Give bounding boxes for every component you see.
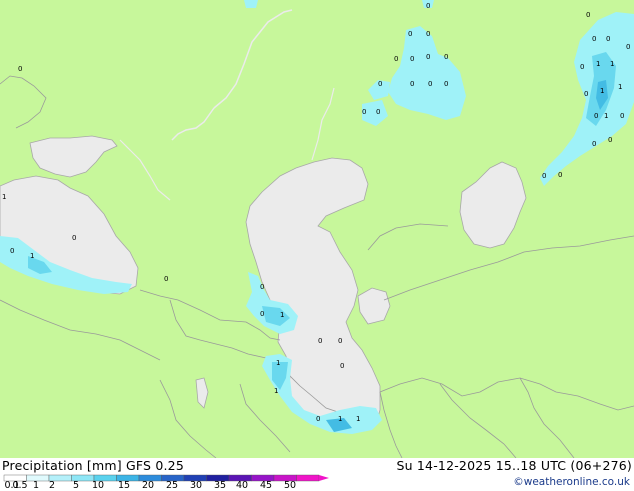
precipitation-map: 0 0 0 0 0 0 0 0 0 0 0 0 0 0 1 1 1 0 1 0 … [0,0,634,458]
value-label: 0 [592,140,596,148]
colorbar-tick-label: 50 [283,480,297,491]
map-title-left: Precipitation [mm] GFS 0.25 [2,458,184,473]
value-label: 0 [408,30,412,38]
value-label: 0 [340,362,344,370]
value-label: 0 [608,136,612,144]
colorbar-tick-label: 45 [259,480,273,491]
value-label: 1 [2,193,6,201]
colorbar-tick-label: 40 [235,480,249,491]
value-label: 0 [72,234,76,242]
value-label: 0 [378,80,382,88]
value-label: 0 [18,65,22,73]
value-label: 0 [606,35,610,43]
value-label: 0 [362,108,366,116]
value-label: 1 [274,387,278,395]
value-label: 1 [596,60,600,68]
value-label: 0 [558,171,562,179]
colorbar-tick-label: 2 [48,480,56,491]
legend-footer: Precipitation [mm] GFS 0.25 Su 14-12-202… [0,458,634,491]
value-label: 0 [318,337,322,345]
value-label: 1 [356,415,360,423]
colorbar-tick-label: 5 [72,480,80,491]
value-label: 0 [620,112,624,120]
value-label: 1 [280,311,284,319]
value-label: 0 [426,30,430,38]
colorbar-arrow [319,475,329,481]
value-label: 0 [592,35,596,43]
colorbar-tick-label: 15 [117,480,131,491]
value-label: 0 [316,415,320,423]
value-label: 1 [618,83,622,91]
colorbar-tick-label: 35 [213,480,227,491]
colorbar-tick-label: 20 [141,480,155,491]
value-label: 0 [394,55,398,63]
value-label: 1 [30,252,34,260]
value-label: 0 [626,43,630,51]
colorbar-tick-label: 1 [32,480,40,491]
value-label: 0 [426,53,430,61]
value-label: 0 [444,80,448,88]
colorbar-tick-label: 10 [91,480,105,491]
credit-text: ©weatheronline.co.uk [513,476,630,488]
value-label: 0 [426,2,430,10]
colorbar-tick-label: 0.5 [12,480,28,491]
map-title-right: Su 14-12-2025 15..18 UTC (06+276) [396,458,632,473]
value-label: 0 [410,55,414,63]
value-label: 0 [444,53,448,61]
value-label: 0 [376,108,380,116]
value-label: 0 [164,275,168,283]
value-label: 0 [586,11,590,19]
value-label: 1 [610,60,614,68]
value-label: 1 [600,87,604,95]
value-label: 0 [260,310,264,318]
value-label: 0 [580,63,584,71]
value-label: 0 [10,247,14,255]
colorbar-tick-label: 30 [189,480,203,491]
value-label: 1 [604,112,608,120]
value-label: 0 [338,337,342,345]
value-label: 0 [542,172,546,180]
value-label: 1 [338,415,342,423]
value-label: 0 [260,283,264,291]
value-label: 0 [584,90,588,98]
value-label: 0 [410,80,414,88]
colorbar-tick-label: 25 [165,480,179,491]
value-label: 0 [428,80,432,88]
value-label: 0 [594,112,598,120]
colorbar-segment [296,474,320,482]
value-label: 1 [276,359,280,367]
